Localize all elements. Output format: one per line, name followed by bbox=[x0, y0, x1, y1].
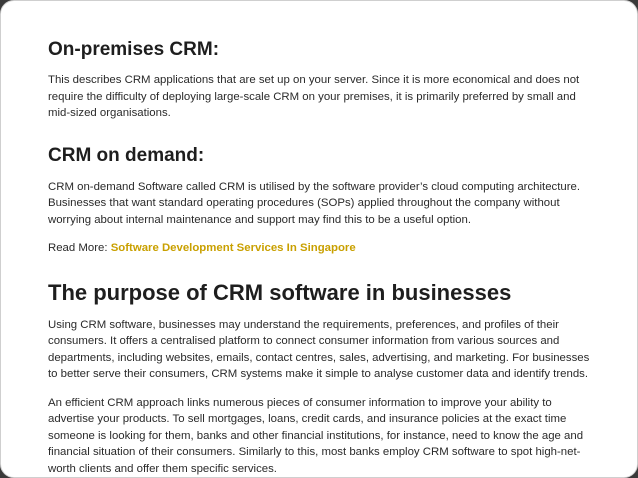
read-more-prefix: Read More: bbox=[48, 242, 111, 254]
paragraph-purpose-2: An efficient CRM approach links numerous… bbox=[48, 396, 584, 475]
paragraph-purpose-1: Using CRM software, businesses may under… bbox=[48, 318, 590, 381]
read-more-link[interactable]: Software Development Services In Singapo… bbox=[111, 242, 356, 254]
heading-purpose-of-crm: The purpose of CRM software in businesse… bbox=[48, 279, 512, 305]
read-more-line: Read More: Software Development Services… bbox=[48, 240, 598, 257]
paragraph-on-premises-crm: This describes CRM applications that are… bbox=[48, 74, 580, 119]
slide-content: On-premises CRM: This describes CRM appl… bbox=[48, 39, 598, 477]
heading-crm-on-demand: CRM on demand: bbox=[48, 144, 205, 166]
paragraph-crm-on-demand: CRM on-demand Software called CRM is uti… bbox=[48, 180, 581, 226]
heading-on-premises-crm: On-premises CRM: bbox=[48, 39, 220, 60]
slide: On-premises CRM: This describes CRM appl… bbox=[0, 0, 638, 478]
